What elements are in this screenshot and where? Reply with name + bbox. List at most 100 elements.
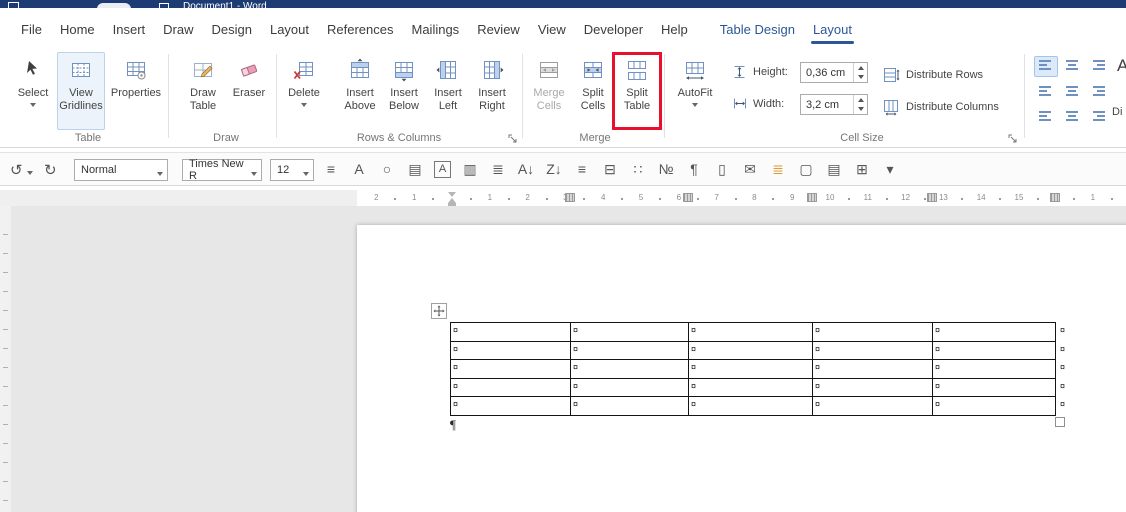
undo-button[interactable]: ↺ bbox=[10, 161, 23, 179]
table-column-marker[interactable] bbox=[807, 193, 817, 202]
width-input[interactable]: 3,2 cm bbox=[800, 94, 868, 115]
dashed-grid-icon[interactable]: ⊞ bbox=[853, 160, 871, 178]
tab-insert[interactable]: Insert bbox=[104, 22, 155, 48]
numbered-list-icon[interactable]: № bbox=[657, 160, 675, 178]
table-cell[interactable]: ¤ bbox=[451, 378, 571, 398]
highlighter-icon[interactable]: ≣ bbox=[769, 160, 787, 178]
redo-button[interactable]: ↻ bbox=[44, 161, 57, 179]
table-cell[interactable]: ¤ bbox=[689, 341, 813, 361]
split-cells-button[interactable]: Split Cells bbox=[572, 52, 614, 130]
sort-az-icon[interactable]: A↓ bbox=[517, 160, 535, 178]
distribute-columns-button[interactable]: Distribute Columns bbox=[882, 96, 999, 118]
table-move-handle[interactable] bbox=[431, 303, 447, 319]
rows-columns-dialog-launcher[interactable] bbox=[506, 132, 520, 146]
circle-icon[interactable]: ○ bbox=[378, 160, 396, 178]
table-cell[interactable]: ¤ bbox=[933, 341, 1056, 361]
stepper-up-icon[interactable] bbox=[857, 97, 864, 102]
table-cell[interactable]: ¤ bbox=[933, 378, 1056, 398]
align-bottom-left-button[interactable] bbox=[1034, 104, 1058, 125]
font-icon[interactable]: A bbox=[350, 160, 368, 178]
lined-document-icon[interactable]: ▤ bbox=[825, 160, 843, 178]
table-resize-handle[interactable] bbox=[1055, 417, 1065, 427]
tab-review[interactable]: Review bbox=[468, 22, 529, 48]
page-forward-icon[interactable]: ▢ bbox=[797, 160, 815, 178]
insert-above-button[interactable]: Insert Above bbox=[338, 52, 382, 130]
stepper-up-icon[interactable] bbox=[857, 65, 864, 70]
align-top-left-button[interactable] bbox=[1034, 56, 1058, 77]
tab-design[interactable]: Design bbox=[203, 22, 261, 48]
height-input[interactable]: 0,36 cm bbox=[800, 62, 868, 83]
height-stepper[interactable] bbox=[853, 63, 867, 82]
tab-home[interactable]: Home bbox=[51, 22, 104, 48]
table-cell[interactable]: ¤ bbox=[689, 323, 813, 342]
eraser-button[interactable]: Eraser bbox=[228, 52, 270, 130]
table-cell[interactable]: ¤ bbox=[813, 360, 933, 379]
document-icon[interactable]: ▥ bbox=[461, 160, 479, 178]
table-cell[interactable]: ¤ bbox=[571, 397, 689, 416]
insert-left-button[interactable]: Insert Left bbox=[426, 52, 470, 130]
split-table-button[interactable]: Split Table bbox=[616, 52, 658, 130]
align-center-left-button[interactable] bbox=[1034, 80, 1058, 101]
table-cell[interactable]: ¤ bbox=[451, 397, 571, 416]
tab-developer[interactable]: Developer bbox=[575, 22, 652, 48]
table-cell[interactable]: ¤ bbox=[933, 323, 1056, 342]
envelope-icon[interactable]: ✉ bbox=[741, 160, 759, 178]
delete-button[interactable]: Delete bbox=[282, 52, 326, 130]
distribute-rows-button[interactable]: Distribute Rows bbox=[882, 64, 983, 86]
sort-za-icon[interactable]: Z↓ bbox=[545, 160, 563, 178]
table-column-marker[interactable] bbox=[565, 193, 575, 202]
table-cell[interactable]: ¤ bbox=[813, 397, 933, 416]
align-bottom-center-button[interactable] bbox=[1060, 104, 1084, 125]
table-column-marker[interactable] bbox=[683, 193, 693, 202]
boxed-a-icon[interactable]: A bbox=[434, 160, 451, 178]
align-center-button[interactable] bbox=[1060, 80, 1084, 101]
table-cell[interactable]: ¤ bbox=[813, 378, 933, 398]
table-cell[interactable]: ¤ bbox=[933, 397, 1056, 416]
align-bottom-right-button[interactable] bbox=[1086, 104, 1110, 125]
undo-chevron-icon[interactable] bbox=[27, 171, 33, 175]
view-gridlines-button[interactable]: View Gridlines bbox=[57, 52, 105, 130]
style-select[interactable]: Normal bbox=[74, 159, 168, 181]
insert-right-button[interactable]: Insert Right bbox=[470, 52, 514, 130]
table-cell[interactable]: ¤ bbox=[689, 378, 813, 398]
table-cell[interactable]: ¤ bbox=[813, 341, 933, 361]
tab-references[interactable]: References bbox=[318, 22, 402, 48]
table-cell[interactable]: ¤ bbox=[571, 341, 689, 361]
table-column-marker[interactable] bbox=[1050, 193, 1060, 202]
font-select[interactable]: Times New R bbox=[182, 158, 262, 182]
vertical-ruler[interactable] bbox=[0, 206, 11, 512]
document-page[interactable]: ¤ ¤ ¤ ¤ ¤ ¤ ¤ ¤ ¤ ¤ ¤ ¤ ¤ ¤ ¤ ¤ ¤ ¤ ¤ ¤ ¤ ¤ ¤ ¤ ¤ ¤ ¤ ¤ ¤ ¤ ¶ bbox=[357, 225, 1126, 512]
tab-draw[interactable]: Draw bbox=[154, 22, 202, 48]
document-table[interactable]: ¤ ¤ ¤ ¤ ¤ ¤ ¤ ¤ ¤ ¤ ¤ ¤ ¤ ¤ ¤ ¤ ¤ ¤ ¤ ¤ ¤ ¤ ¤ ¤ ¤ bbox=[450, 322, 1056, 416]
table-cell[interactable]: ¤ bbox=[571, 360, 689, 379]
table-grid-icon[interactable]: ⊟ bbox=[601, 160, 619, 178]
tab-layout[interactable]: Layout bbox=[261, 22, 318, 48]
edit-document-icon[interactable]: ▤ bbox=[406, 160, 424, 178]
more-options-icon[interactable]: ▾ bbox=[881, 160, 899, 178]
table-cell[interactable]: ¤ bbox=[689, 397, 813, 416]
insert-below-button[interactable]: Insert Below bbox=[382, 52, 426, 130]
tab-table-design[interactable]: Table Design bbox=[711, 22, 804, 48]
horizontal-ruler[interactable]: 121234567891011121314151 bbox=[0, 190, 1126, 206]
table-cell[interactable]: ¤ bbox=[451, 323, 571, 342]
width-stepper[interactable] bbox=[853, 95, 867, 114]
first-line-indent-marker[interactable] bbox=[448, 192, 456, 197]
stepper-down-icon[interactable] bbox=[857, 75, 864, 80]
table-cell[interactable]: ¤ bbox=[571, 323, 689, 342]
paragraph-direction-icon[interactable]: ¶ bbox=[685, 160, 703, 178]
stepper-down-icon[interactable] bbox=[857, 107, 864, 112]
formatting-marks-icon[interactable]: ≡ bbox=[322, 160, 340, 178]
tab-table-layout[interactable]: Layout bbox=[804, 22, 861, 48]
select-button[interactable]: Select bbox=[10, 52, 56, 130]
properties-button[interactable]: Properties bbox=[108, 52, 164, 130]
table-cell[interactable]: ¤ bbox=[451, 341, 571, 361]
tab-file[interactable]: File bbox=[12, 22, 51, 48]
autofit-button[interactable]: AutoFit bbox=[672, 52, 718, 130]
align-center-right-button[interactable] bbox=[1086, 80, 1110, 101]
table-cell[interactable]: ¤ bbox=[571, 378, 689, 398]
line-spacing-icon[interactable]: ≣ bbox=[489, 160, 507, 178]
tab-help[interactable]: Help bbox=[652, 22, 697, 48]
draw-table-button[interactable]: Draw Table bbox=[180, 52, 226, 130]
table-cell[interactable]: ¤ bbox=[933, 360, 1056, 379]
align-top-center-button[interactable] bbox=[1060, 56, 1084, 77]
